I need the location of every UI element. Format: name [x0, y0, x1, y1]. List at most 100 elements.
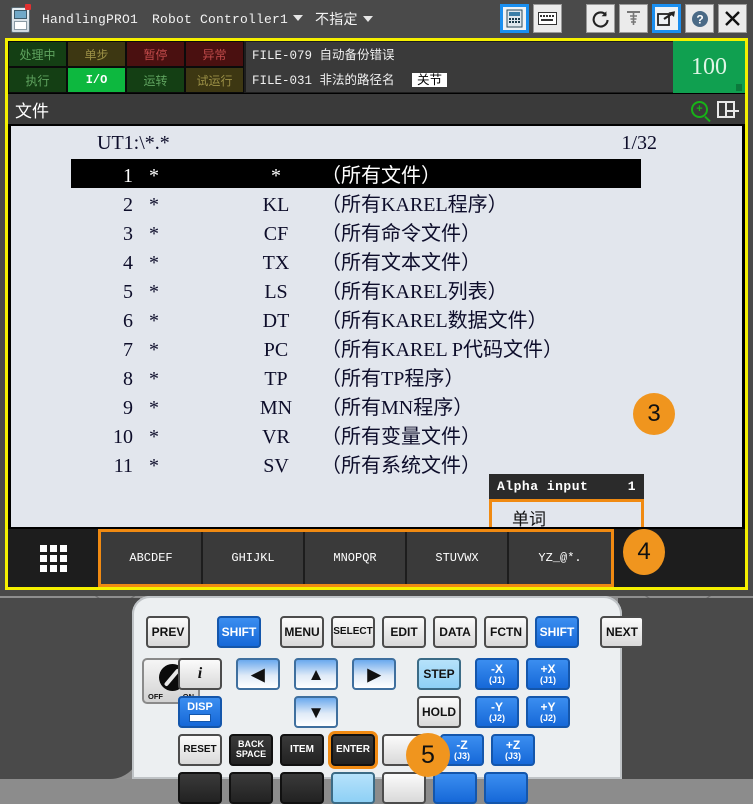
- key-arrow-up[interactable]: ▲: [294, 658, 338, 690]
- key-hold[interactable]: HOLD: [417, 696, 461, 728]
- teach-pendant-icon[interactable]: [500, 4, 529, 33]
- key-plus-x[interactable]: +X (J1): [526, 658, 570, 690]
- key-arrow-left[interactable]: ◀: [236, 658, 280, 690]
- key-backspace-label: BACK SPACE: [235, 739, 267, 759]
- step-badge-3: 3: [633, 393, 675, 435]
- table-row[interactable]: 10 * VR （所有变量文件）: [71, 420, 671, 449]
- row-number: 9: [123, 397, 133, 419]
- key-next[interactable]: NEXT: [600, 616, 644, 648]
- alpha-popup-number: 1: [627, 479, 636, 494]
- export-icon[interactable]: [652, 4, 681, 33]
- key-backspace[interactable]: BACK SPACE: [229, 734, 273, 766]
- screen-title-icons: +: [691, 100, 739, 118]
- key-partial-2[interactable]: [229, 772, 273, 804]
- table-row[interactable]: 9 * MN （所有MN程序）: [71, 391, 671, 420]
- fkey-mnopqr[interactable]: MNOPQR: [305, 532, 407, 584]
- row-description: （所有KAREL P代码文件）: [321, 339, 564, 361]
- mode-selector[interactable]: 不指定: [315, 9, 373, 29]
- key-prev[interactable]: PREV: [146, 616, 190, 648]
- table-row[interactable]: 2 * KL （所有KAREL程序）: [71, 188, 671, 217]
- key-plus-y[interactable]: +Y (J2): [526, 696, 570, 728]
- row-wildcard: *: [149, 165, 159, 187]
- key-reset[interactable]: RESET: [178, 734, 222, 766]
- titlebar-toolbar: ?: [500, 4, 747, 33]
- key-minus-y[interactable]: -Y (J2): [475, 696, 519, 728]
- status-cell-testrun[interactable]: 试运行: [185, 67, 244, 93]
- status-cell-fault[interactable]: 异常: [185, 41, 244, 67]
- row-description: （所有KAREL程序）: [321, 194, 508, 216]
- keyboard-icon[interactable]: [533, 4, 562, 33]
- key-menu[interactable]: MENU: [280, 616, 324, 648]
- row-description: （所有命令文件）: [321, 223, 481, 245]
- split-view-icon[interactable]: [717, 100, 739, 118]
- alarm-line-1: FILE-079 自动备份错误: [252, 49, 395, 63]
- key-partial-3[interactable]: [280, 772, 324, 804]
- key-plus-y-joint: (J2): [539, 712, 556, 723]
- key-partial-7[interactable]: [484, 772, 528, 804]
- row-number: 8: [123, 368, 133, 390]
- key-shift-right[interactable]: SHIFT: [535, 616, 579, 648]
- key-step[interactable]: STEP: [417, 658, 461, 690]
- step-badge-5: 5: [406, 733, 450, 777]
- key-data[interactable]: DATA: [433, 616, 477, 648]
- fkey-yz[interactable]: YZ_@*.: [509, 532, 611, 584]
- status-cell-processing[interactable]: 处理中: [8, 41, 67, 67]
- fkey-ghijkl[interactable]: GHIJKL: [203, 532, 305, 584]
- fkey-abcdef[interactable]: ABCDEF: [101, 532, 203, 584]
- row-extension: VR: [262, 426, 290, 448]
- key-item[interactable]: ITEM: [280, 734, 324, 766]
- status-cell-singlestep[interactable]: 单步: [67, 41, 126, 67]
- row-number: 4: [123, 252, 133, 274]
- row-number: 11: [113, 455, 133, 477]
- key-info[interactable]: i: [178, 658, 222, 690]
- table-row[interactable]: 8 * TP （所有TP程序）: [71, 362, 671, 391]
- key-enter[interactable]: ENTER: [331, 734, 375, 766]
- table-row[interactable]: 4 * TX （所有文本文件）: [71, 246, 671, 275]
- key-fctn[interactable]: FCTN: [484, 616, 528, 648]
- table-row[interactable]: 1 * * （所有文件）: [71, 159, 641, 188]
- key-minus-x[interactable]: -X (J1): [475, 658, 519, 690]
- fkey-stuvwx[interactable]: STUVWX: [407, 532, 509, 584]
- row-extension: DT: [262, 310, 290, 332]
- key-arrow-right[interactable]: ▶: [352, 658, 396, 690]
- table-row[interactable]: 6 * DT （所有KAREL数据文件）: [71, 304, 671, 333]
- row-wildcard: *: [149, 455, 159, 477]
- status-cell-pause[interactable]: 暂停: [126, 41, 185, 67]
- menu-grid-button[interactable]: [8, 528, 98, 588]
- key-shift-left[interactable]: SHIFT: [217, 616, 261, 648]
- teach-pendant-app-icon: [8, 4, 34, 34]
- alarm-message-box[interactable]: FILE-079 自动备份错误 FILE-031 非法的路径名 关节: [246, 42, 673, 92]
- row-number: 2: [123, 194, 133, 216]
- key-edit[interactable]: EDIT: [382, 616, 426, 648]
- key-minus-x-label: -X: [491, 661, 503, 676]
- key-select[interactable]: SELECT: [331, 616, 375, 648]
- screen-title-bar: 文件 +: [8, 93, 745, 124]
- status-cell-io[interactable]: I/O: [67, 67, 126, 93]
- key-disp[interactable]: DISP: [178, 696, 222, 728]
- controller-selector[interactable]: Robot Controller1: [152, 12, 304, 27]
- zoom-in-icon[interactable]: +: [691, 100, 708, 118]
- grid-icon: [39, 544, 67, 572]
- key-plus-z[interactable]: +Z (J3): [491, 734, 535, 766]
- chevron-down-icon: [293, 14, 304, 21]
- key-partial-5[interactable]: [382, 772, 426, 804]
- key-partial-6[interactable]: [433, 772, 477, 804]
- table-row[interactable]: 3 * CF （所有命令文件）: [71, 217, 671, 246]
- status-cell-running[interactable]: 执行: [8, 67, 67, 93]
- reset-icon[interactable]: [586, 4, 615, 33]
- row-description: （所有文件）: [321, 165, 441, 187]
- close-icon[interactable]: [718, 4, 747, 33]
- row-extension: SV: [263, 455, 289, 477]
- current-path: UT1:\*.*: [97, 132, 170, 154]
- key-partial-4[interactable]: [331, 772, 375, 804]
- key-arrow-down[interactable]: ▼: [294, 696, 338, 728]
- table-row[interactable]: 7 * PC （所有KAREL P代码文件）: [71, 333, 671, 362]
- override-percent[interactable]: 100: [673, 41, 745, 93]
- help-icon[interactable]: ?: [685, 4, 714, 33]
- key-partial-1[interactable]: [178, 772, 222, 804]
- motion-mode-chip: 关节: [412, 73, 448, 87]
- row-extension: KL: [262, 194, 290, 216]
- robot-icon[interactable]: [619, 4, 648, 33]
- status-cell-operating[interactable]: 运转: [126, 67, 185, 93]
- table-row[interactable]: 5 * LS （所有KAREL列表）: [71, 275, 671, 304]
